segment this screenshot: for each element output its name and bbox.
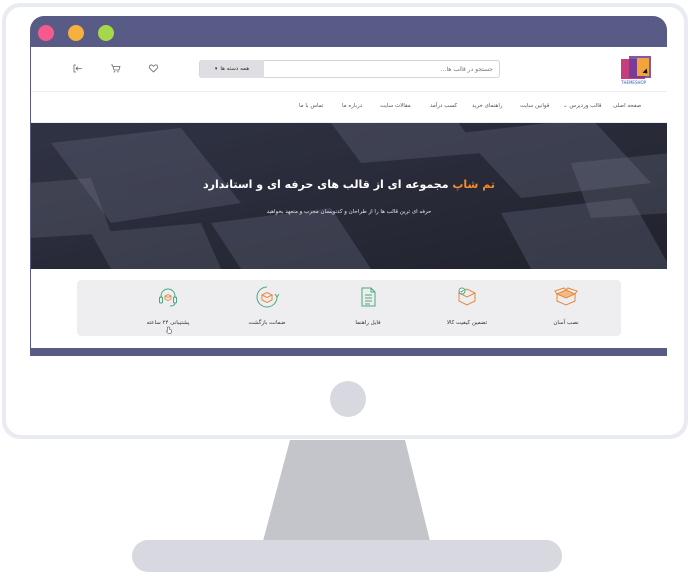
feature-label: فایل راهنما	[355, 320, 381, 326]
nav-item-home[interactable]: صفحه اصلی	[613, 103, 641, 109]
hero-subtitle: حرفه ای ترین قالب ها را از طراحان و کدنو…	[266, 209, 432, 215]
feature-return-guarantee[interactable]: ضمانت بازگشت	[222, 280, 312, 336]
document-icon	[361, 287, 376, 307]
hero-banner: تم شاپ مجموعه ای از قالب های حرفه ای و ا…	[31, 123, 667, 269]
feature-easy-install[interactable]: نصب آسان	[521, 280, 611, 336]
feature-quality-guarantee[interactable]: تضمین کیفیت کالا	[422, 280, 512, 336]
login-icon[interactable]	[72, 63, 83, 74]
cart-icon[interactable]	[110, 63, 121, 74]
features-bar: نصب آسان تضمین کیفیت کالا فایل راهنما ضم…	[77, 280, 621, 336]
logo-text: THEMESHOP	[621, 80, 647, 85]
category-dropdown-label: همه دسته ها	[220, 66, 250, 72]
minimize-window-button[interactable]	[68, 25, 84, 41]
search-input[interactable]	[265, 61, 499, 77]
nav-item-wordpress-themes[interactable]: ⌄ قالب وردپرس	[563, 103, 602, 109]
nav-item-articles[interactable]: مقالات سایت	[380, 103, 411, 109]
return-box-icon	[256, 286, 279, 308]
search-box: ▾ همه دسته ها	[199, 60, 500, 78]
maximize-window-button[interactable]	[98, 25, 114, 41]
feature-label: تضمین کیفیت کالا	[446, 320, 488, 326]
box-open-icon	[554, 287, 578, 306]
site-header: THEMESHOP ▾ همه دسته ها	[31, 47, 667, 92]
device-mockup: THEMESHOP ▾ همه دسته ها	[0, 0, 692, 572]
hand-cursor-icon	[166, 326, 172, 334]
hero-title: تم شاپ مجموعه ای از قالب های حرفه ای و ا…	[31, 178, 667, 191]
nav-item-contact[interactable]: تماس با ما	[299, 103, 323, 109]
caret-down-icon: ▾	[214, 66, 218, 72]
monitor-button	[330, 381, 366, 417]
hero-title-accent: تم شاپ	[452, 178, 495, 191]
feature-guide-file[interactable]: فایل راهنما	[323, 280, 413, 336]
hero-background-image	[31, 123, 667, 269]
browser-window: THEMESHOP ▾ همه دسته ها	[30, 16, 667, 356]
close-window-button[interactable]	[38, 25, 54, 41]
heart-icon[interactable]	[148, 63, 159, 74]
monitor-base	[132, 540, 562, 572]
nav-item-earn-money[interactable]: کسب درآمد	[430, 103, 457, 109]
feature-support-24h[interactable]: پشتیبانی ۲۴ ساعته	[123, 280, 213, 336]
nav-item-buying-guide[interactable]: راهنمای خرید	[472, 103, 503, 109]
headset-icon	[159, 288, 177, 307]
nav-item-about[interactable]: درباره ما	[342, 103, 362, 109]
nav-item-site-rules[interactable]: قوانین سایت	[520, 103, 549, 109]
category-dropdown[interactable]: ▾ همه دسته ها	[200, 60, 264, 78]
website-screen: THEMESHOP ▾ همه دسته ها	[31, 47, 667, 348]
hero-title-text: مجموعه ای از قالب های حرفه ای و استاندار…	[203, 178, 449, 191]
feature-label: نصب آسان	[553, 320, 579, 326]
quality-box-icon	[457, 287, 477, 306]
feature-label: ضمانت بازگشت	[248, 320, 286, 326]
main-nav: صفحه اصلی ⌄ قالب وردپرس قوانین سایت راهن…	[31, 93, 667, 123]
